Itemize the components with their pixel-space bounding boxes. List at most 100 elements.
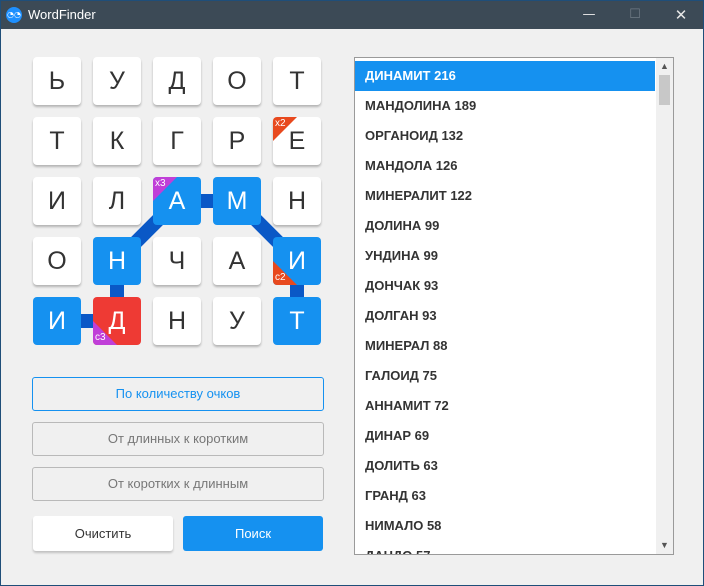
result-item[interactable]: ДИНАР 69 xyxy=(355,421,655,451)
scroll-down-icon[interactable]: ▼ xyxy=(656,537,673,554)
letter-tile[interactable]: Н xyxy=(273,177,321,225)
letter-tile[interactable]: Т xyxy=(33,117,81,165)
result-item[interactable]: МИНЕРАЛИТ 122 xyxy=(355,181,655,211)
tile-letter: Р xyxy=(228,127,246,155)
app-logo-icon: ◔◔ xyxy=(6,7,22,23)
letter-tile[interactable]: Р xyxy=(213,117,261,165)
tile-letter: К xyxy=(109,127,125,155)
result-item[interactable]: УНДИНА 99 xyxy=(355,241,655,271)
result-item[interactable]: МИНЕРАЛ 88 xyxy=(355,331,655,361)
tile-letter: Т xyxy=(289,307,305,335)
result-item[interactable]: ГАЛОИД 75 xyxy=(355,361,655,391)
results-list[interactable]: ДИНАМИТ 216 МАНДОЛИНА 189 ОРГАНОИД 132 МАНД… xyxy=(354,57,674,555)
close-button[interactable]: ✕ xyxy=(658,1,703,29)
tile-letter: Т xyxy=(289,67,305,95)
letter-tile[interactable]: О xyxy=(33,237,81,285)
result-text: МИНЕРАЛИТ 122 xyxy=(365,188,473,203)
scrollbar-thumb[interactable] xyxy=(659,75,670,105)
title-bar[interactable]: ◔◔ WordFinder — ☐ ✕ xyxy=(1,1,703,29)
tile-letter: Д xyxy=(168,67,186,95)
tile-letter: Ь xyxy=(48,67,66,95)
result-item[interactable]: ДИНАМИТ 216 xyxy=(355,61,655,91)
result-text: АННАМИТ 72 xyxy=(365,398,449,413)
letter-tile[interactable]: Т xyxy=(273,57,321,105)
letter-tile[interactable]: Н xyxy=(153,297,201,345)
letter-tile[interactable]: М xyxy=(213,177,261,225)
maximize-button[interactable]: ☐ xyxy=(612,1,658,29)
letter-tile[interactable]: Ь xyxy=(33,57,81,105)
search-button[interactable]: Поиск xyxy=(183,516,323,551)
sort-long-to-short-button[interactable]: От длинных к коротким xyxy=(32,422,324,456)
result-item[interactable]: АННАМИТ 72 xyxy=(355,391,655,421)
result-text: ДОЛГАН 93 xyxy=(365,308,437,323)
letter-tile[interactable]: Аx3 xyxy=(153,177,201,225)
tile-letter: У xyxy=(109,67,125,95)
bonus-badge-label: c3 xyxy=(95,332,106,343)
letter-tile[interactable]: Д xyxy=(153,57,201,105)
letter-tile[interactable]: Еx2 xyxy=(273,117,321,165)
result-text: ДИНАР 69 xyxy=(365,428,430,443)
tile-letter: Н xyxy=(107,247,127,275)
letter-tile[interactable]: И xyxy=(33,177,81,225)
scroll-up-icon[interactable]: ▲ xyxy=(656,58,673,75)
result-item[interactable]: МАНДОЛА 126 xyxy=(355,151,655,181)
sort-short-to-long-button[interactable]: От коротких к длинным xyxy=(32,467,324,501)
result-text: ДОЛИНА 99 xyxy=(365,218,440,233)
result-text: УНДИНА 99 xyxy=(365,248,438,263)
letter-tile[interactable]: Г xyxy=(153,117,201,165)
tile-letter: Л xyxy=(108,187,126,215)
letter-tile[interactable]: К xyxy=(93,117,141,165)
result-text: МИНЕРАЛ 88 xyxy=(365,338,448,353)
result-item[interactable]: НИМАЛО 58 xyxy=(355,511,655,541)
result-text: МАНДОЛИНА 189 xyxy=(365,98,477,113)
letter-tile[interactable]: У xyxy=(213,297,261,345)
tile-letter: И xyxy=(48,187,66,215)
letter-tile[interactable]: А xyxy=(213,237,261,285)
letter-tile[interactable]: Т xyxy=(273,297,321,345)
letter-tile[interactable]: Л xyxy=(93,177,141,225)
result-item[interactable]: ДОЛГАН 93 xyxy=(355,301,655,331)
tile-letter: О xyxy=(47,247,67,275)
letter-tile[interactable]: Иc2 xyxy=(273,237,321,285)
result-text: МАНДОЛА 126 xyxy=(365,158,458,173)
result-text: ДАНДО 57 xyxy=(355,548,430,554)
window-title: WordFinder xyxy=(28,7,96,22)
tile-letter: Н xyxy=(167,307,187,335)
result-item[interactable]: ГРАНД 63 xyxy=(355,481,655,511)
result-item[interactable]: МАНДОЛИНА 189 xyxy=(355,91,655,121)
tile-letter: О xyxy=(227,67,247,95)
tile-letter: Н xyxy=(287,187,307,215)
result-text: ДИНАМИТ 216 xyxy=(365,68,456,83)
letter-tile[interactable]: Н xyxy=(93,237,141,285)
result-text: ДОНЧАК 93 xyxy=(365,278,439,293)
minimize-button[interactable]: — xyxy=(566,1,612,29)
bonus-badge-label: x2 xyxy=(275,118,286,129)
letter-tile[interactable]: И xyxy=(33,297,81,345)
result-item[interactable]: ДОЛИТЬ 63 xyxy=(355,451,655,481)
result-text: ГРАНД 63 xyxy=(365,488,427,503)
results-scrollbar[interactable]: ▲ ▼ xyxy=(656,58,673,554)
result-item[interactable]: ДАНДО 57 xyxy=(355,541,655,554)
bonus-badge-label: x3 xyxy=(155,178,166,189)
result-item[interactable]: ДОНЧАК 93 xyxy=(355,271,655,301)
tile-letter: Ч xyxy=(168,247,186,275)
clear-button[interactable]: Очистить xyxy=(33,516,173,551)
result-text: ГАЛОИД 75 xyxy=(365,368,438,383)
result-item[interactable]: ДОЛИНА 99 xyxy=(355,211,655,241)
tile-letter: А xyxy=(228,247,246,275)
letter-tile[interactable]: Дc3 xyxy=(93,297,141,345)
result-item[interactable]: ОРГАНОИД 132 xyxy=(355,121,655,151)
tile-letter: И xyxy=(48,307,66,335)
sort-by-score-button[interactable]: По количеству очков xyxy=(32,377,324,411)
tile-letter: Т xyxy=(49,127,65,155)
result-text: НИМАЛО 58 xyxy=(365,518,442,533)
tile-letter: Г xyxy=(170,127,184,155)
bonus-badge-label: c2 xyxy=(275,272,286,283)
letter-tile[interactable]: О xyxy=(213,57,261,105)
tile-letter: У xyxy=(229,307,245,335)
result-text: ДОЛИТЬ 63 xyxy=(365,458,438,473)
letter-tile[interactable]: У xyxy=(93,57,141,105)
result-text: ОРГАНОИД 132 xyxy=(365,128,464,143)
app-window: ◔◔ WordFinder — ☐ ✕ Ь У Д О Т Т К Г Р Еx2 И Л Аx3 М Н О… xyxy=(0,0,704,586)
letter-tile[interactable]: Ч xyxy=(153,237,201,285)
